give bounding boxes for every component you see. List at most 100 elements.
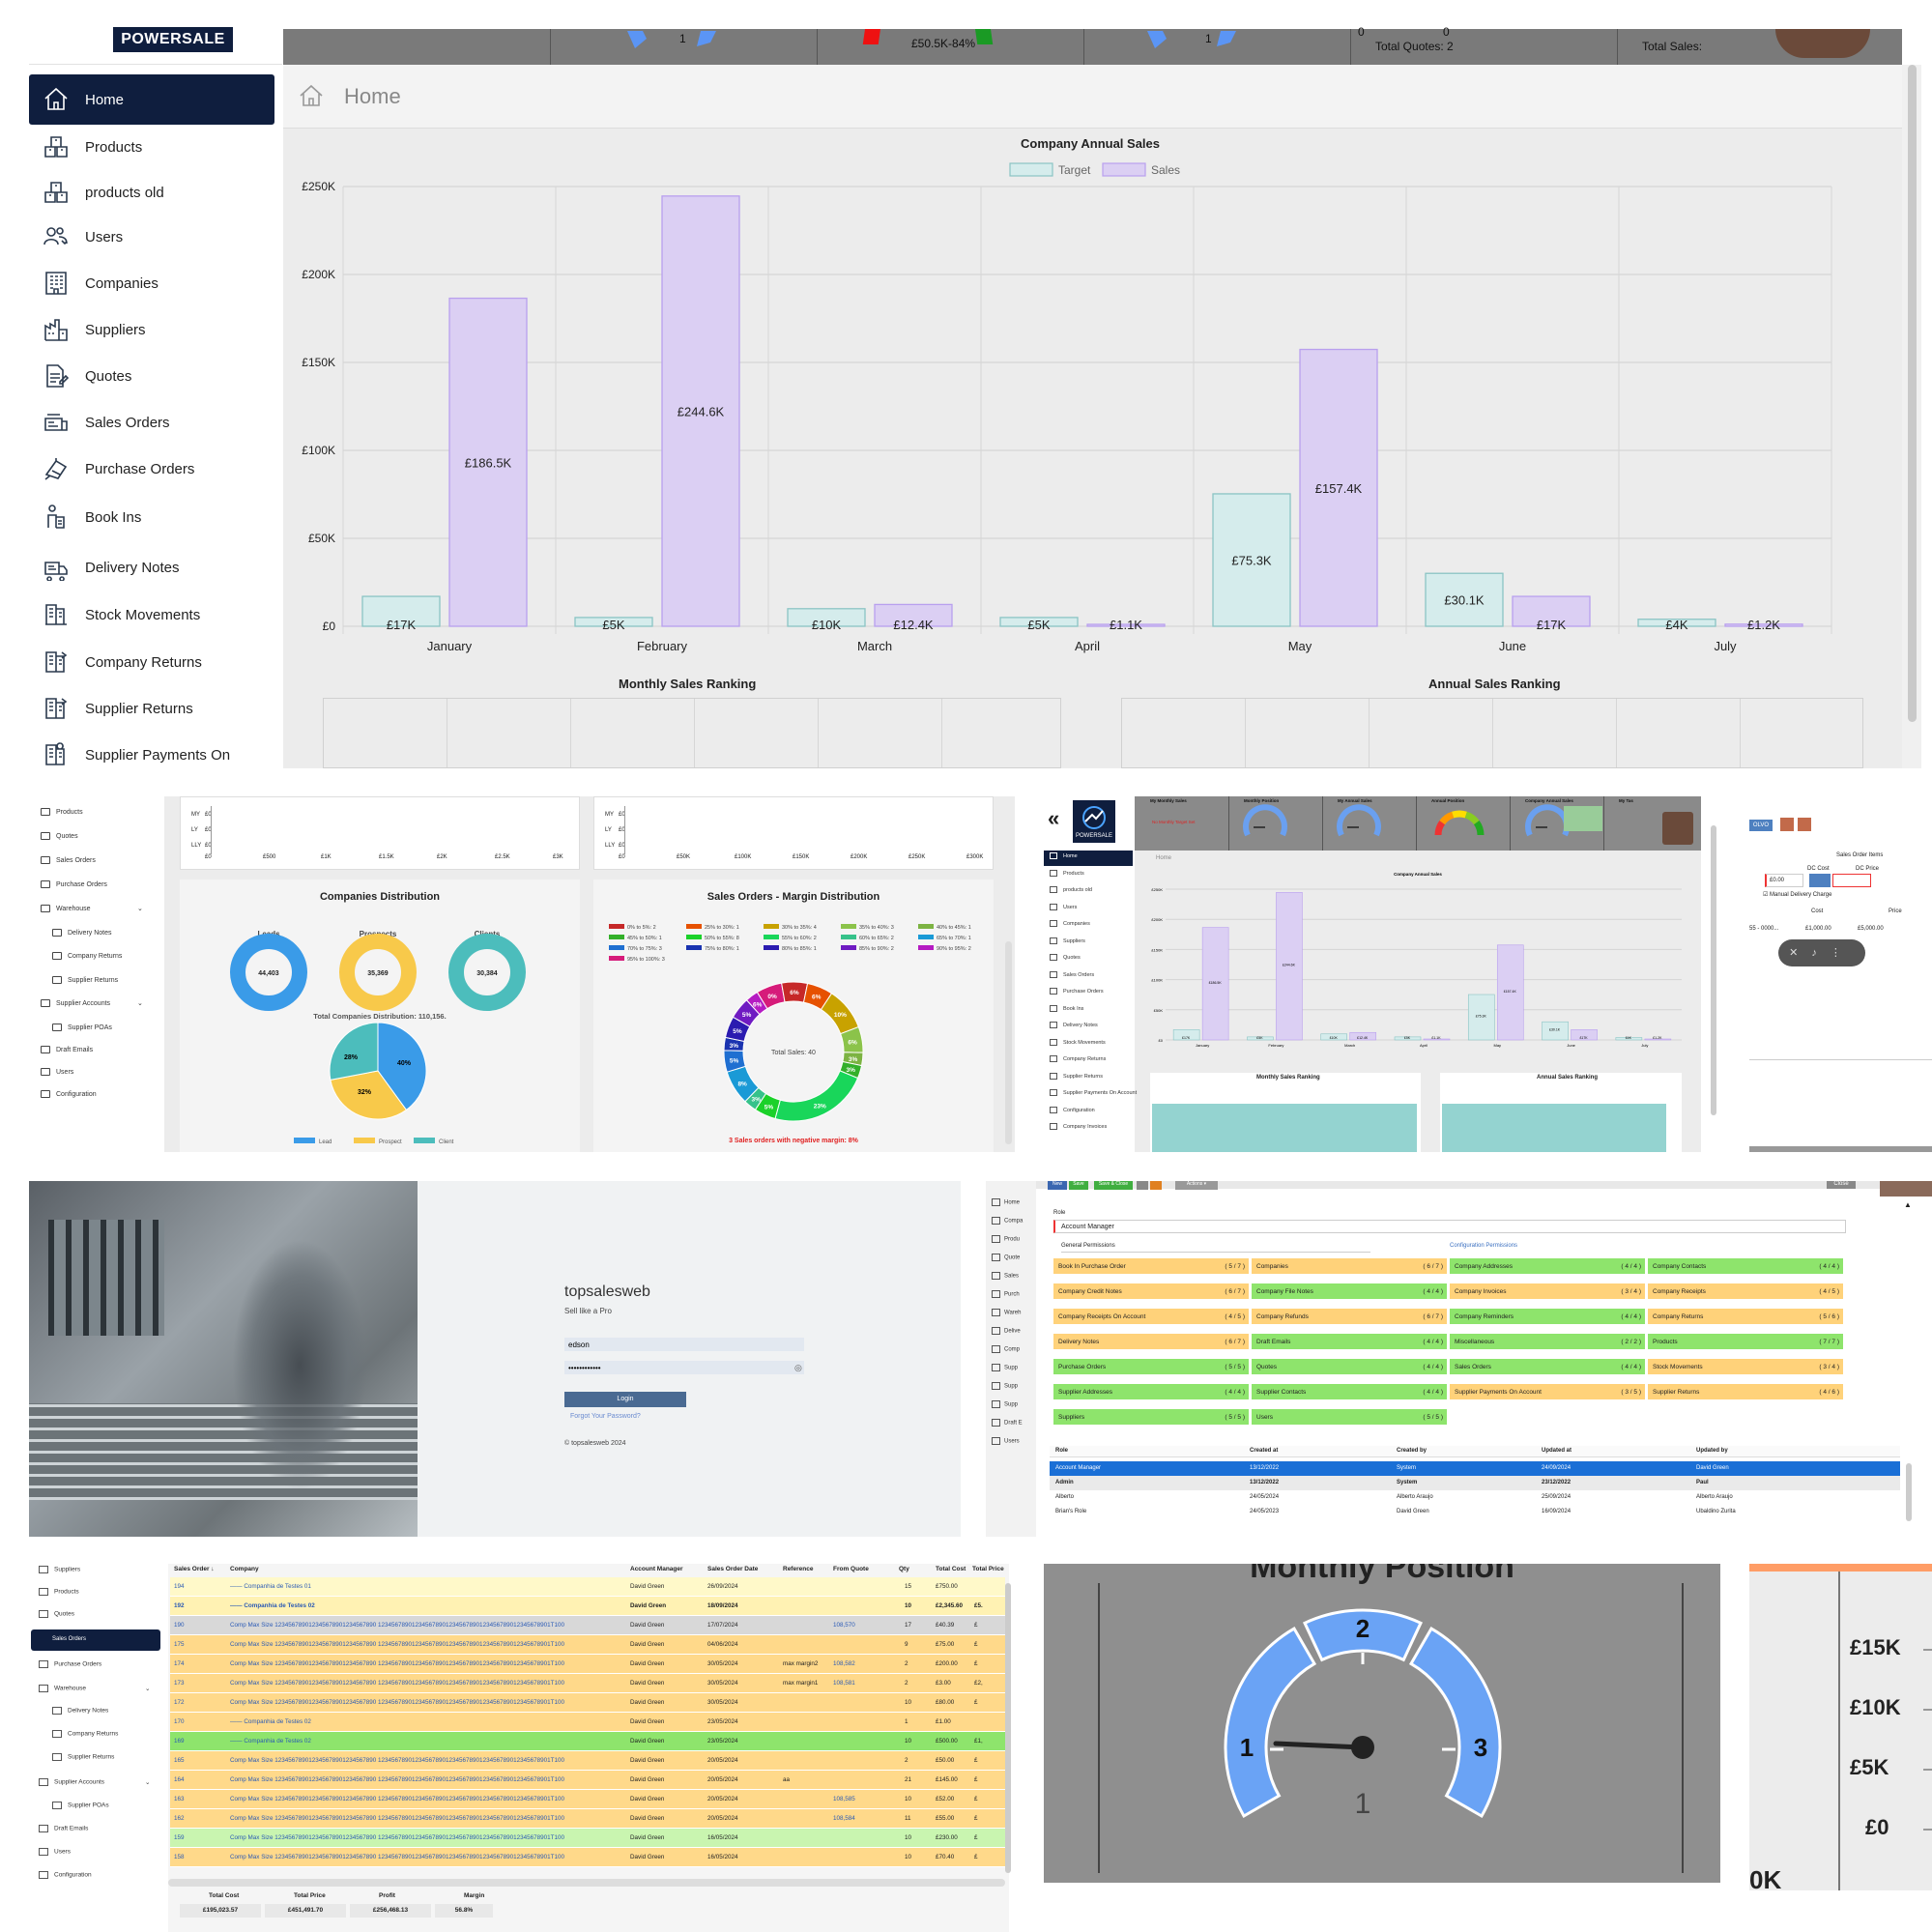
column-header[interactable]: Created at [1250, 1448, 1278, 1454]
permission-item[interactable]: Stock Movements( 3 / 4 ) [1648, 1359, 1843, 1375]
icon-button[interactable] [1137, 1181, 1148, 1190]
legend-swatch[interactable] [764, 935, 779, 939]
permission-item[interactable]: Company Addresses( 4 / 4 ) [1450, 1258, 1645, 1275]
sidebar-item[interactable]: Purch [992, 1290, 1020, 1298]
legend-swatch[interactable] [764, 945, 779, 950]
legend-swatch[interactable] [686, 945, 702, 950]
dc-price-input[interactable] [1832, 874, 1871, 887]
sidebar-item-delivery-notes[interactable]: Delivery Notes [29, 545, 274, 590]
sidebar-item-supplier-returns[interactable]: Supplier Returns [52, 1753, 114, 1761]
sidebar-item-supplier-accounts[interactable]: Supplier Accounts ⌄ [39, 1778, 150, 1786]
permission-item[interactable]: Company File Notes( 4 / 4 ) [1252, 1283, 1447, 1300]
sidebar-item-company-invoices[interactable]: Company Invoices [1050, 1123, 1107, 1130]
chevron-down-icon[interactable]: ⌄ [137, 905, 143, 912]
legend-swatch[interactable] [1009, 162, 1053, 177]
column-header[interactable]: Updated at [1542, 1448, 1572, 1454]
gauge-segment[interactable] [1408, 1626, 1502, 1819]
sidebar-item-configuration[interactable]: Configuration [41, 1090, 97, 1098]
table-cell[interactable]: 194 [174, 1583, 185, 1590]
chevron-down-icon[interactable]: ⌄ [137, 999, 143, 1007]
sidebar-item[interactable]: Comp [992, 1345, 1020, 1353]
actions-dropdown[interactable]: Actions ▾ [1175, 1181, 1218, 1190]
sidebar-item-draft-emails[interactable]: Draft Emails [39, 1825, 88, 1832]
sidebar-item-configuration[interactable]: Configuration [39, 1871, 92, 1879]
column-header[interactable]: Role [1055, 1448, 1068, 1454]
sidebar-item-purchase-orders[interactable]: Purchase Orders [29, 447, 274, 491]
sidebar-item-sales-orders[interactable]: Sales Orders [41, 856, 96, 864]
sidebar-item-quotes[interactable]: Quotes [39, 1610, 74, 1618]
table-cell[interactable]: Comp Max Size 12345678901234567890123456… [230, 1854, 564, 1860]
table-cell[interactable]: Comp Max Size 12345678901234567890123456… [230, 1796, 564, 1802]
table-cell[interactable]: Comp Max Size 12345678901234567890123456… [230, 1834, 564, 1841]
sidebar-item-home[interactable]: Home [29, 74, 274, 125]
table-cell[interactable]: 164 [174, 1776, 185, 1783]
table-cell[interactable]: Comp Max Size 12345678901234567890123456… [230, 1699, 564, 1706]
column-header[interactable]: Sales Order Date [707, 1566, 758, 1572]
tab-button[interactable]: OLVO [1749, 820, 1773, 831]
sidebar-item[interactable]: Users [992, 1437, 1020, 1445]
table-cell[interactable]: Comp Max Size 12345678901234567890123456… [230, 1680, 564, 1687]
sidebar-item-warehouse[interactable]: Warehouse ⌄ [41, 905, 143, 912]
sidebar-item-suppliers[interactable]: Suppliers [39, 1566, 80, 1573]
permission-item[interactable]: Company Receipts( 4 / 5 ) [1648, 1283, 1843, 1300]
collapse-icon[interactable]: « [1048, 806, 1059, 831]
login-button[interactable]: Login [564, 1392, 686, 1407]
sidebar-item-users[interactable]: Users [41, 1068, 73, 1076]
show-password-icon[interactable]: ◎ [794, 1363, 802, 1373]
permission-item[interactable]: Purchase Orders( 5 / 5 ) [1053, 1359, 1249, 1375]
sidebar-item[interactable]: Supp [992, 1400, 1018, 1408]
permission-item[interactable]: Sales Orders( 4 / 4 ) [1450, 1359, 1645, 1375]
scrollbar[interactable] [1902, 65, 1921, 768]
sidebar-item-products-old[interactable]: products old [29, 170, 274, 215]
sidebar-item-configuration[interactable]: Configuration [1050, 1106, 1095, 1113]
table-cell[interactable]: 192 [174, 1602, 185, 1609]
table-cell[interactable]: 175 [174, 1641, 185, 1648]
permission-item[interactable]: Delivery Notes( 6 / 7 ) [1053, 1334, 1249, 1350]
sidebar-item[interactable]: Sales [992, 1272, 1019, 1280]
tab-configuration-permissions[interactable]: Configuration Permissions [1450, 1243, 1517, 1249]
permission-item[interactable]: Companies( 6 / 7 ) [1252, 1258, 1447, 1275]
chevron-down-icon[interactable]: ⌄ [145, 1685, 150, 1692]
legend-swatch[interactable] [764, 924, 779, 929]
item-row[interactable]: 55 - 0000... [1749, 926, 1778, 932]
permission-item[interactable]: Draft Emails( 4 / 4 ) [1252, 1334, 1447, 1350]
sidebar-item-company-returns[interactable]: Company Returns [29, 640, 274, 684]
sidebar-item[interactable]: Wareh [992, 1309, 1021, 1316]
scrollbar[interactable] [1711, 825, 1716, 1115]
scrollbar[interactable] [1906, 1463, 1912, 1521]
sidebar-item[interactable]: Compa [992, 1217, 1023, 1225]
permission-item[interactable]: Company Refunds( 6 / 7 ) [1252, 1309, 1447, 1325]
sidebar-item-users[interactable]: Users [39, 1848, 71, 1856]
sidebar-item[interactable]: Draft E [992, 1419, 1023, 1427]
table-cell[interactable]: —— Companhia de Testes 01 [230, 1583, 311, 1590]
permission-item[interactable]: Company Returns( 5 / 6 ) [1648, 1309, 1843, 1325]
column-header[interactable]: From Quote [833, 1566, 869, 1572]
gauge-segment[interactable] [1224, 1626, 1317, 1819]
permission-item[interactable]: Users( 5 / 5 ) [1252, 1409, 1447, 1426]
sidebar-item-home[interactable]: Home [1050, 852, 1078, 859]
table-cell[interactable]: —— Companhia de Testes 02 [230, 1602, 315, 1609]
legend-swatch[interactable] [841, 935, 856, 939]
user-avatar[interactable] [1775, 29, 1870, 58]
permission-item[interactable]: Miscellaneous( 2 / 2 ) [1450, 1334, 1645, 1350]
sidebar-item-companies[interactable]: Companies [1050, 920, 1090, 927]
sidebar-item-company-returns[interactable]: Company Returns [1050, 1055, 1106, 1062]
permission-item[interactable]: Company Contacts( 4 / 4 ) [1648, 1258, 1843, 1275]
legend-swatch[interactable] [294, 1138, 315, 1143]
role-input[interactable]: Account Manager [1053, 1220, 1846, 1233]
sidebar-item-quotes[interactable]: Quotes [1050, 954, 1081, 961]
sidebar-item-book-ins[interactable]: Book Ins [1050, 1004, 1083, 1012]
vertical-scrollbar[interactable] [1005, 1583, 1011, 1873]
legend-swatch[interactable] [609, 935, 624, 939]
sidebar-item-sales-orders[interactable]: Sales Orders [1050, 970, 1094, 978]
sidebar-item-supplier-poas[interactable]: Supplier POAs [52, 1024, 112, 1031]
avatar[interactable] [1662, 812, 1693, 845]
sidebar-item-supplier-payments-on-account[interactable]: Supplier Payments On Account [1050, 1089, 1137, 1096]
permission-item[interactable]: Book In Purchase Order( 5 / 7 ) [1053, 1258, 1249, 1275]
table-cell[interactable]: 169 [174, 1738, 185, 1745]
sidebar-item[interactable]: Supp [992, 1364, 1018, 1371]
table-cell[interactable]: Comp Max Size 12345678901234567890123456… [230, 1622, 564, 1629]
legend-swatch[interactable] [918, 935, 934, 939]
sidebar-item[interactable]: Produ [992, 1235, 1020, 1243]
legend-swatch[interactable] [841, 924, 856, 929]
